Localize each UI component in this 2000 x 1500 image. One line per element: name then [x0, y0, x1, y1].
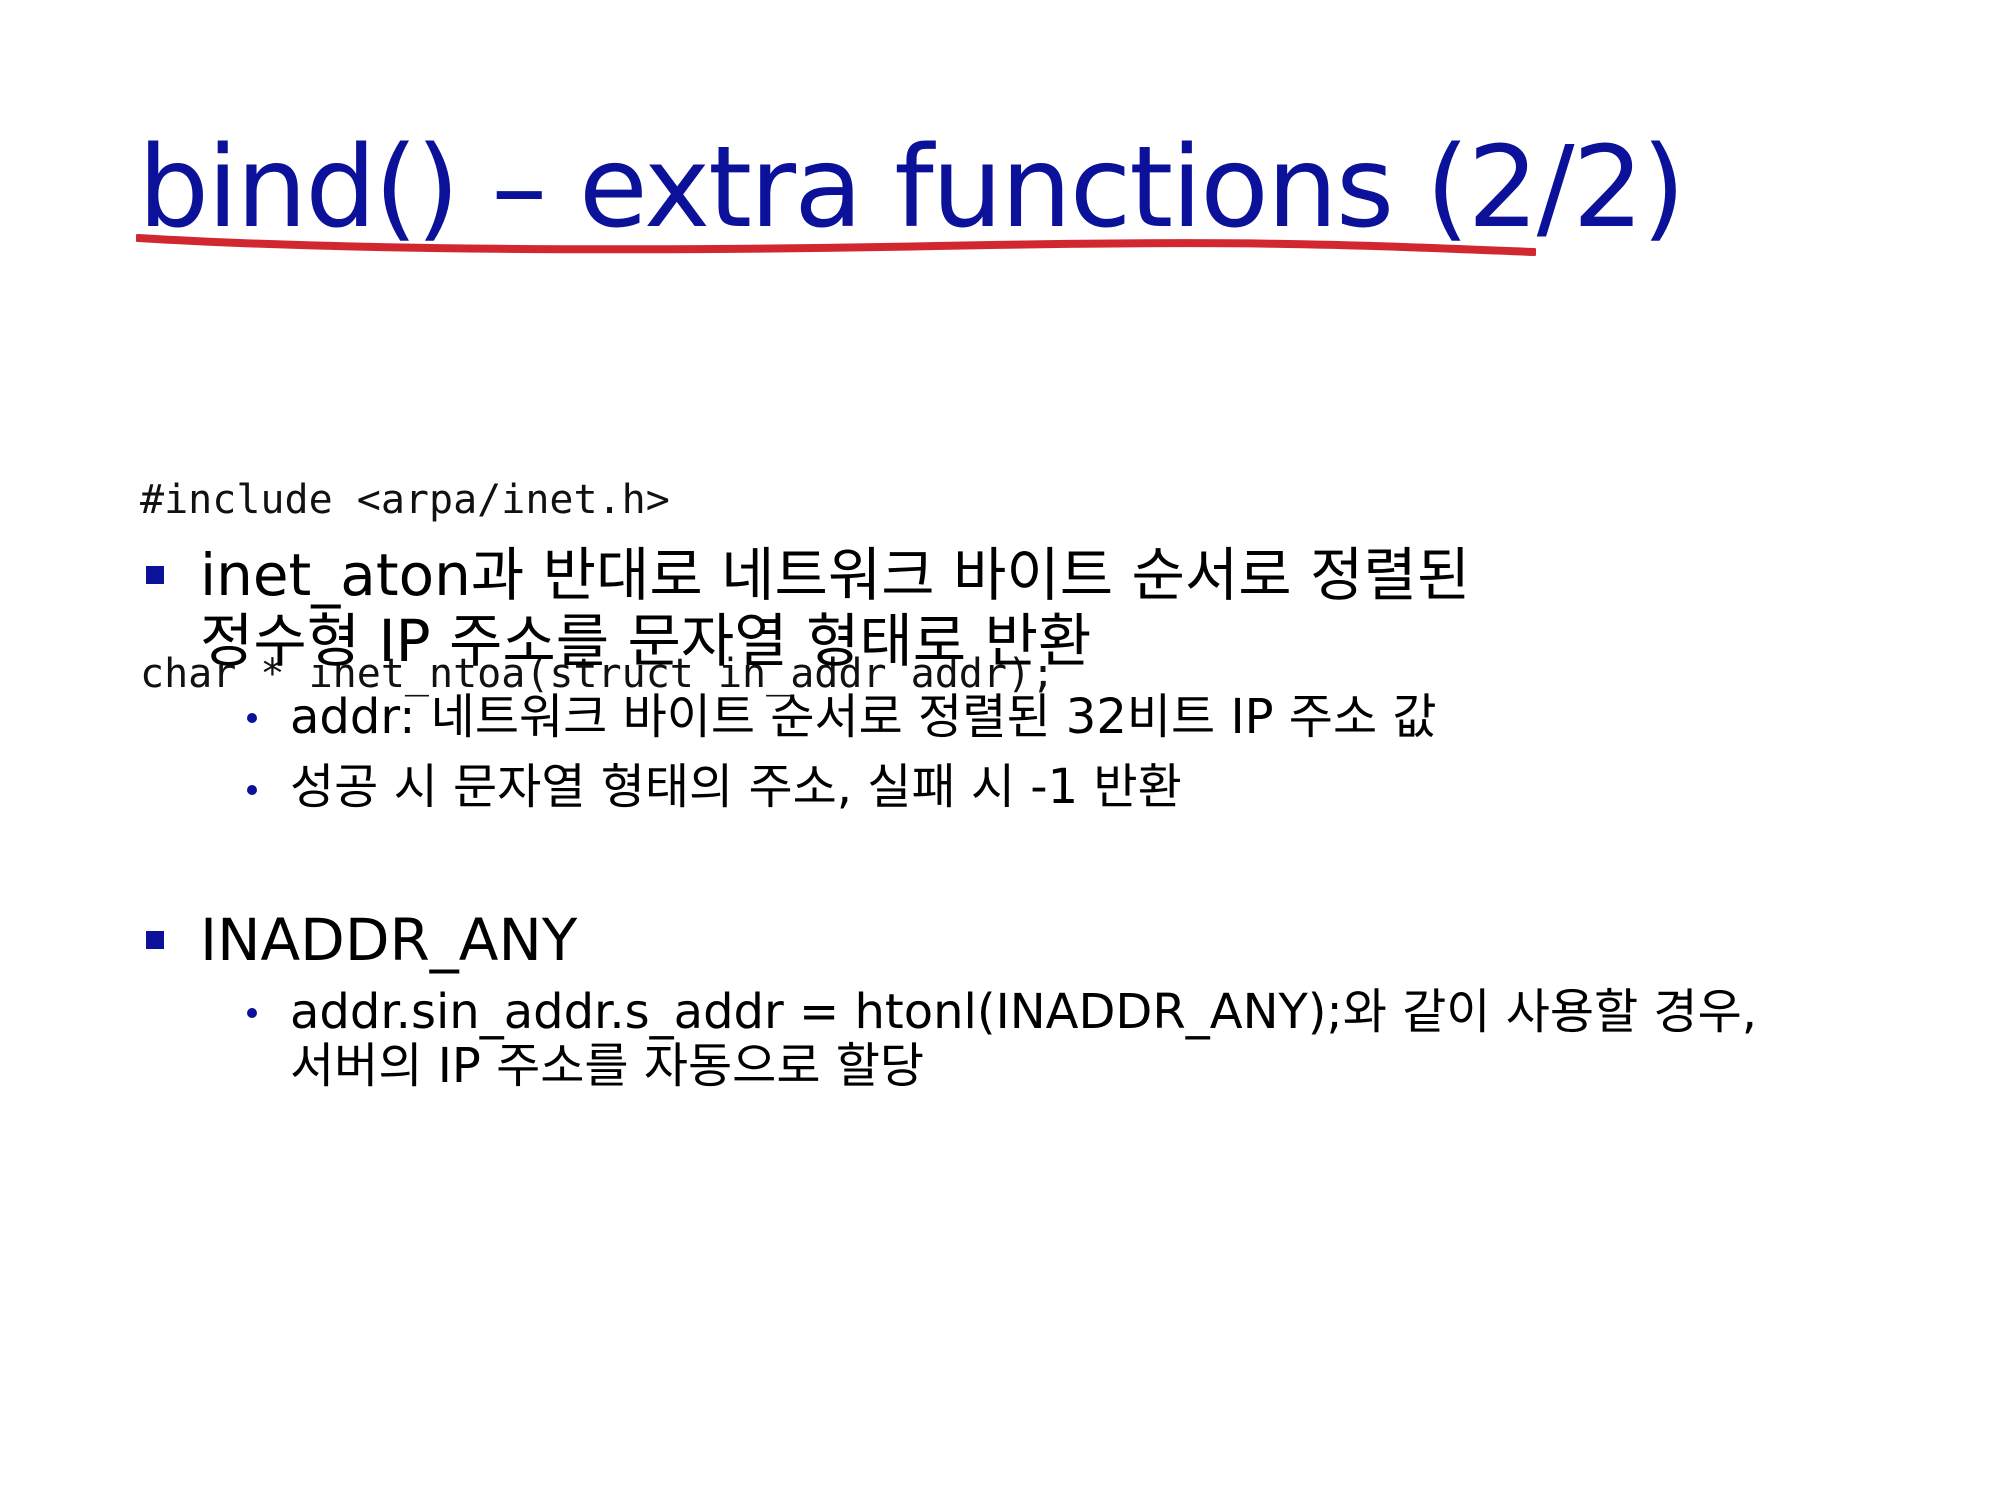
sub-bullet-usage-line-1: addr.sin_addr.s_addr = htonl(INADDR_ANY)…: [290, 984, 1758, 1040]
bullet-text-inaddr-any: INADDR_ANY: [200, 906, 578, 974]
sub-bullet-addr: addr: 네트워크 바이트 순서로 정렬된 32비트 IP 주소 값: [290, 689, 1437, 745]
slide: bind() – extra functions (2/2) #include …: [0, 0, 2000, 1500]
sub-bullet-return: 성공 시 문자열 형태의 주소, 실패 시 -1 반환: [290, 759, 1182, 815]
bullet-text-line-2: 정수형 IP 주소를 문자열 형태로 반환: [200, 607, 1092, 675]
square-bullet-icon: [146, 566, 164, 584]
sub-bullet-usage-line-2: 서버의 IP 주소를 자동으로 할당: [290, 1038, 925, 1094]
dot-bullet-icon: [247, 713, 257, 723]
dot-bullet-icon: [247, 785, 257, 795]
code-line-include: #include <arpa/inet.h>: [140, 477, 670, 523]
title-underline: [136, 234, 1536, 256]
square-bullet-icon: [146, 931, 164, 949]
bullet-text-line-1: inet_aton과 반대로 네트워크 바이트 순서로 정렬된: [200, 541, 1471, 609]
dot-bullet-icon: [247, 1008, 257, 1018]
